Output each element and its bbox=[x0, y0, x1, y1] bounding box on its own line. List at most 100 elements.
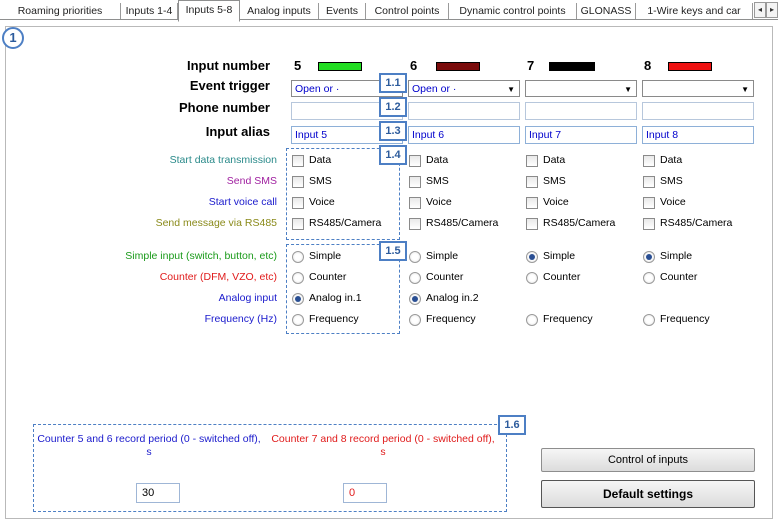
sms-checkbox-7[interactable] bbox=[526, 176, 538, 188]
input-alias-6-field[interactable]: Input 6 bbox=[408, 126, 520, 144]
data-checkbox-8[interactable] bbox=[643, 155, 655, 167]
tab-glonass[interactable]: GLONASS bbox=[577, 3, 636, 19]
voice-checkbox-8[interactable] bbox=[643, 197, 655, 209]
simple-radio-8[interactable] bbox=[643, 251, 655, 263]
sms-checkbox-8[interactable] bbox=[643, 176, 655, 188]
start-data-transmission-label: Start data transmission bbox=[169, 154, 277, 166]
phone-number-7-input[interactable] bbox=[525, 102, 637, 120]
frequency-radio-7-label: Frequency bbox=[543, 313, 593, 325]
data-checkbox-8-label: Data bbox=[660, 154, 683, 166]
tab-roaming-priorities[interactable]: Roaming priorities bbox=[0, 3, 121, 19]
counter-radio-8[interactable] bbox=[643, 272, 655, 284]
simple-radio-6[interactable] bbox=[409, 251, 421, 263]
tab-dynamic-control-points[interactable]: Dynamic control points bbox=[449, 3, 577, 19]
counter-radio-6[interactable] bbox=[409, 272, 421, 284]
data-checkbox-6-label: Data bbox=[426, 154, 449, 166]
tab-inputs-5-8[interactable]: Inputs 5-8 bbox=[178, 0, 240, 22]
annotation-badge-1-1: 1.1 bbox=[379, 73, 407, 93]
tab-control-points[interactable]: Control points bbox=[366, 3, 449, 19]
data-checkbox-7[interactable] bbox=[526, 155, 538, 167]
tab-analog-inputs[interactable]: Analog inputs bbox=[240, 3, 319, 19]
tab-events[interactable]: Events bbox=[319, 3, 366, 19]
event-trigger-6-select[interactable]: Open or · ▼ bbox=[408, 80, 520, 97]
frequency-label: Frequency (Hz) bbox=[204, 313, 277, 325]
input-5-number: 5 bbox=[294, 58, 302, 73]
event-trigger-7-select[interactable]: ▼ bbox=[525, 80, 637, 97]
counter-radio-7[interactable] bbox=[526, 272, 538, 284]
input-7-color-swatch bbox=[549, 62, 595, 71]
section-marker-1: 1 bbox=[2, 27, 24, 49]
frequency-radio-8-label: Frequency bbox=[660, 313, 710, 325]
simple-input-label: Simple input (switch, button, etc) bbox=[125, 250, 277, 262]
counter-7-8-period-input[interactable]: 0 bbox=[343, 483, 387, 503]
sms-checkbox-7-label: SMS bbox=[543, 175, 566, 187]
tab-1wire-keys[interactable]: 1-Wire keys and car bbox=[636, 3, 753, 19]
input-8-color-swatch bbox=[668, 62, 712, 71]
tab-scroll-left-button[interactable]: ◂ bbox=[754, 2, 766, 18]
frequency-radio-6[interactable] bbox=[409, 314, 421, 326]
counter-7-8-period-label: Counter 7 and 8 record period (0 - switc… bbox=[271, 433, 495, 458]
counter-label: Counter (DFM, VZO, etc) bbox=[159, 271, 277, 283]
input-alias-label: Input alias bbox=[205, 124, 270, 139]
input-alias-8-field[interactable]: Input 8 bbox=[642, 126, 754, 144]
annotation-badge-1-5: 1.5 bbox=[379, 241, 407, 261]
rs485-checkbox-6[interactable] bbox=[409, 218, 421, 230]
analog-input-label: Analog input bbox=[218, 292, 277, 304]
tab-inputs-1-4[interactable]: Inputs 1-4 bbox=[121, 3, 178, 19]
annotation-badge-1-2: 1.2 bbox=[379, 97, 407, 117]
voice-checkbox-8-label: Voice bbox=[660, 196, 686, 208]
tab-divider bbox=[0, 19, 778, 20]
event-trigger-5-value: Open or · bbox=[295, 83, 340, 95]
voice-checkbox-6-label: Voice bbox=[426, 196, 452, 208]
input-alias-7-field[interactable]: Input 7 bbox=[525, 126, 637, 144]
start-voice-call-label: Start voice call bbox=[208, 196, 277, 208]
event-trigger-6-value: Open or · bbox=[412, 83, 457, 95]
annotation-badge-1-4: 1.4 bbox=[379, 145, 407, 165]
send-sms-label: Send SMS bbox=[226, 175, 277, 187]
annotation-badge-1-6: 1.6 bbox=[498, 415, 526, 435]
frequency-radio-6-label: Frequency bbox=[426, 313, 476, 325]
annotation-badge-1-3: 1.3 bbox=[379, 121, 407, 141]
simple-radio-7[interactable] bbox=[526, 251, 538, 263]
rs485-checkbox-8[interactable] bbox=[643, 218, 655, 230]
event-trigger-label: Event trigger bbox=[189, 78, 270, 93]
counter-5-6-period-input[interactable]: 30 bbox=[136, 483, 180, 503]
counter-radio-7-label: Counter bbox=[543, 271, 581, 283]
phone-number-6-input[interactable] bbox=[408, 102, 520, 120]
counter-5-6-period-label: Counter 5 and 6 record period (0 - switc… bbox=[37, 433, 261, 458]
phone-number-8-input[interactable] bbox=[642, 102, 754, 120]
input-8-number: 8 bbox=[644, 58, 652, 73]
counter-radio-6-label: Counter bbox=[426, 271, 464, 283]
input-6-number: 6 bbox=[410, 58, 418, 73]
voice-checkbox-6[interactable] bbox=[409, 197, 421, 209]
input-number-label: Input number bbox=[186, 58, 270, 73]
data-checkbox-6[interactable] bbox=[409, 155, 421, 167]
frequency-radio-8[interactable] bbox=[643, 314, 655, 326]
event-trigger-8-select[interactable]: ▼ bbox=[642, 80, 754, 97]
chevron-down-icon: ▼ bbox=[507, 85, 515, 94]
counter-radio-8-label: Counter bbox=[660, 271, 698, 283]
send-rs485-label: Send message via RS485 bbox=[155, 217, 277, 229]
input-6-color-swatch bbox=[436, 62, 480, 71]
rs485-checkbox-7[interactable] bbox=[526, 218, 538, 230]
simple-radio-6-label: Simple bbox=[426, 250, 459, 262]
input-5-color-swatch bbox=[318, 62, 362, 71]
analog-radio-6[interactable] bbox=[409, 293, 421, 305]
rs485-checkbox-6-label: RS485/Camera bbox=[426, 217, 499, 229]
chevron-down-icon: ▼ bbox=[624, 85, 632, 94]
rs485-checkbox-7-label: RS485/Camera bbox=[543, 217, 616, 229]
sms-checkbox-8-label: SMS bbox=[660, 175, 683, 187]
tab-scroll-right-button[interactable]: ▸ bbox=[766, 2, 778, 18]
sms-checkbox-6-label: SMS bbox=[426, 175, 449, 187]
chevron-down-icon: ▼ bbox=[741, 85, 749, 94]
data-checkbox-7-label: Data bbox=[543, 154, 566, 166]
voice-checkbox-7[interactable] bbox=[526, 197, 538, 209]
simple-radio-7-label: Simple bbox=[543, 250, 576, 262]
rs485-checkbox-8-label: RS485/Camera bbox=[660, 217, 733, 229]
control-of-inputs-button[interactable]: Control of inputs bbox=[541, 448, 755, 472]
simple-radio-8-label: Simple bbox=[660, 250, 693, 262]
phone-number-label: Phone number bbox=[178, 100, 270, 115]
frequency-radio-7[interactable] bbox=[526, 314, 538, 326]
sms-checkbox-6[interactable] bbox=[409, 176, 421, 188]
default-settings-button[interactable]: Default settings bbox=[541, 480, 755, 508]
